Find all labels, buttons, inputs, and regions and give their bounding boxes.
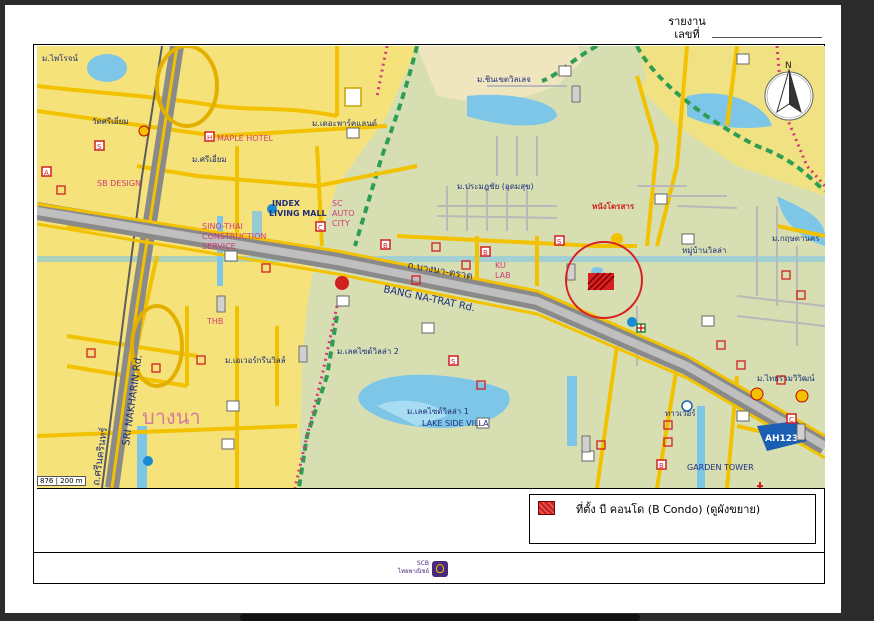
- svg-text:หมู่บ้านวิลล่า: หมู่บ้านวิลล่า: [682, 246, 726, 256]
- svg-text:AUTO: AUTO: [332, 209, 355, 218]
- legend-location-swatch: [538, 501, 555, 515]
- canal-south: [567, 376, 577, 446]
- report-number-line: [712, 37, 822, 38]
- report-number-label: รายงาน เลขที่: [668, 15, 706, 41]
- shopping-icon: [335, 276, 349, 290]
- map-legend: ที่ตั้ง บี คอนโด (B Condo) (ดูผังขยาย): [529, 494, 816, 544]
- b-condo-location-marker: [588, 273, 614, 290]
- svg-text:S: S: [97, 143, 102, 151]
- legend-location-text: ที่ตั้ง บี คอนโด (B Condo) (ดูผังขยาย): [576, 503, 761, 516]
- location-map[interactable]: AH123 S H C B B S S B C A ม.ไพโรจน์ วัดศ…: [37, 46, 825, 489]
- svg-text:หนังโดรสาร: หนังโดรสาร: [592, 201, 635, 211]
- svg-text:S: S: [557, 238, 562, 246]
- svg-text:ม.เลคไซด์วิลล่า 1: ม.เลคไซด์วิลล่า 1: [407, 406, 469, 416]
- svg-text:ม.ชินเขตวิลเลจ: ม.ชินเขตวิลเลจ: [477, 75, 531, 84]
- svg-text:ม.เดอะพาร์คแลนด์: ม.เดอะพาร์คแลนด์: [312, 118, 377, 128]
- svg-text:ม.ไทยร่วมวิวิฒน์: ม.ไทยร่วมวิวิฒน์: [757, 373, 815, 383]
- svg-text:MAPLE HOTEL: MAPLE HOTEL: [217, 134, 274, 143]
- svg-text:B: B: [659, 462, 664, 470]
- svg-text:AH123: AH123: [765, 434, 798, 444]
- svg-text:วัดศรีเอี่ยม: วัดศรีเอี่ยม: [92, 115, 129, 126]
- house-icon: [346, 127, 360, 139]
- svg-text:B: B: [383, 242, 388, 250]
- map-scale-bar: 876 | 200 m: [37, 476, 86, 486]
- svg-text:C: C: [318, 224, 323, 232]
- svg-text:C: C: [789, 416, 794, 424]
- svg-text:SINO-THAI: SINO-THAI: [202, 222, 243, 231]
- svg-text:ม.กฤษดานคร: ม.กฤษดานคร: [772, 234, 820, 243]
- white-building-marker: [344, 87, 362, 107]
- footer-divider: [33, 552, 825, 553]
- compass-north-label: N: [785, 61, 792, 71]
- svg-text:SC: SC: [332, 199, 343, 208]
- svg-text:LAB: LAB: [495, 271, 511, 280]
- gas-station-icon: [143, 456, 153, 466]
- svg-text:GARDEN TOWER: GARDEN TOWER: [687, 463, 754, 472]
- scb-logo-text: SCB ไทยพาณิชย์: [398, 560, 429, 575]
- svg-text:CITY: CITY: [332, 219, 350, 228]
- svg-text:ม.ไพโรจน์: ม.ไพโรจน์: [42, 53, 78, 63]
- svg-text:LAKE SIDE VILLA: LAKE SIDE VILLA: [422, 419, 489, 428]
- svg-text:H: H: [207, 134, 212, 142]
- svg-text:B: B: [483, 249, 488, 257]
- pond-northwest: [87, 54, 127, 82]
- svg-text:THB: THB: [206, 317, 223, 326]
- svg-text:SB DESIGN: SB DESIGN: [97, 179, 141, 188]
- canal-southeast: [697, 406, 705, 488]
- svg-text:S: S: [451, 358, 456, 366]
- viewer-scrollbar[interactable]: [240, 614, 640, 621]
- svg-text:INDEX: INDEX: [272, 199, 301, 208]
- svg-text:ม.ศรีเอี่ยม: ม.ศรีเอี่ยม: [192, 153, 227, 164]
- svg-text:A: A: [44, 169, 49, 177]
- scb-logo: SCB ไทยพาณิชย์: [389, 559, 459, 581]
- svg-text:SERVICE: SERVICE: [202, 242, 236, 251]
- svg-text:บางนา: บางนา: [142, 405, 201, 429]
- scb-logo-icon: [432, 561, 448, 577]
- svg-text:ม.เอเวอร์กรีนวิลล์: ม.เอเวอร์กรีนวิลล์: [225, 355, 286, 365]
- svg-text:ม.ประมฎชัย (อุดมสุข): ม.ประมฎชัย (อุดมสุข): [457, 182, 534, 191]
- svg-text:LIVING MALL: LIVING MALL: [269, 209, 327, 218]
- svg-text:KU: KU: [495, 261, 506, 270]
- svg-text:ทาวเวอร์: ทาวเวอร์: [665, 408, 696, 418]
- svg-text:ม.เลคไซด์วิลล่า 2: ม.เลคไซด์วิลล่า 2: [337, 346, 399, 356]
- svg-text:CONSTRUCTION: CONSTRUCTION: [202, 232, 266, 241]
